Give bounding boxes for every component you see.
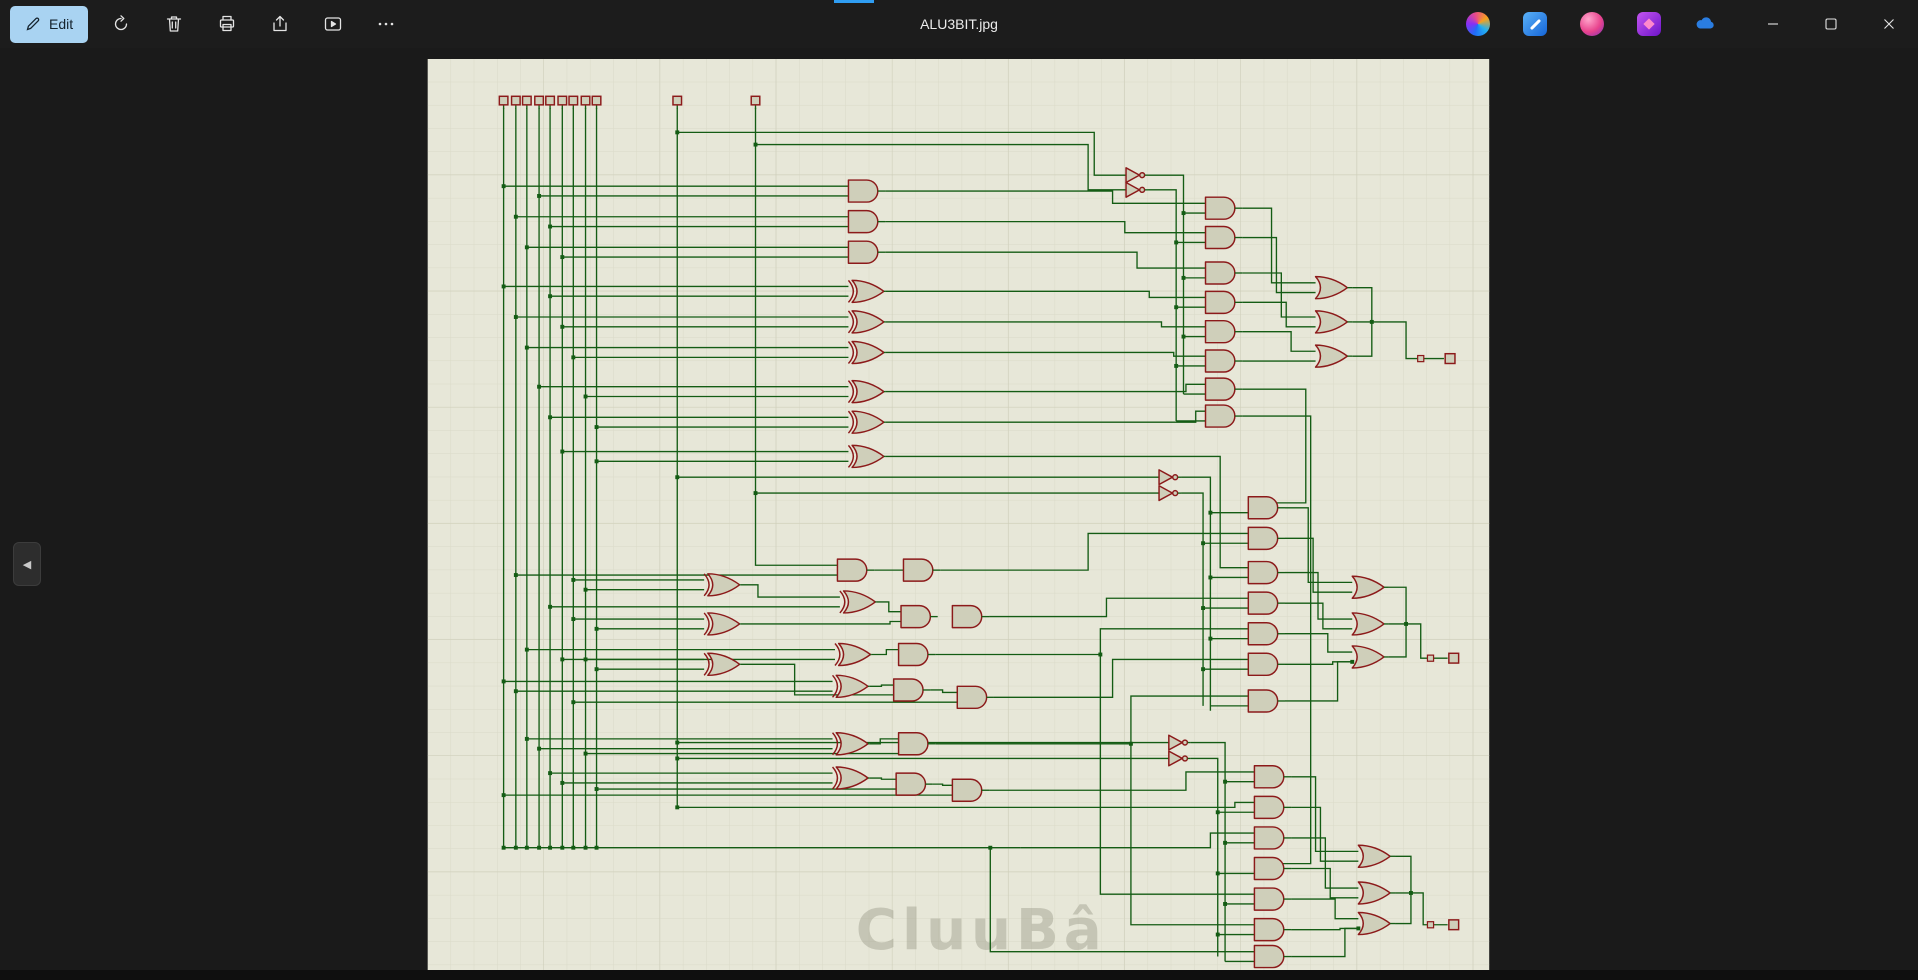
- more-icon: [378, 22, 394, 26]
- onedrive-icon[interactable]: [1694, 12, 1718, 36]
- toolbar: Edit: [0, 5, 406, 43]
- share-icon: [273, 15, 287, 32]
- close-button[interactable]: [1860, 0, 1918, 48]
- titlebar-right: [1466, 0, 1918, 48]
- designer-icon[interactable]: [1580, 12, 1604, 36]
- slideshow-button[interactable]: [313, 6, 353, 42]
- rotate-button[interactable]: [101, 6, 141, 42]
- watermark-text: CluuBâ: [856, 898, 1107, 963]
- copilot-icon[interactable]: [1466, 12, 1490, 36]
- app-shortcut-icons: [1466, 12, 1718, 36]
- close-icon: [1884, 19, 1894, 29]
- edit-button[interactable]: Edit: [10, 5, 89, 43]
- print-button[interactable]: [207, 6, 247, 42]
- minimize-icon: [1768, 23, 1778, 25]
- share-button[interactable]: [260, 6, 300, 42]
- print-icon: [219, 15, 235, 32]
- maximize-icon: [1825, 18, 1837, 30]
- top-accent-indicator: [834, 0, 874, 3]
- previous-arrow-icon: ◀: [22, 558, 32, 571]
- titlebar: Edit ALU3BIT.jpg: [0, 0, 1918, 48]
- rotate-icon: [115, 15, 128, 31]
- slideshow-icon: [324, 17, 342, 31]
- more-button[interactable]: [366, 6, 406, 42]
- maximize-button[interactable]: [1802, 0, 1860, 48]
- edit-pencil-icon: [26, 17, 40, 31]
- cloud-icon: [1696, 17, 1714, 29]
- delete-icon: [166, 16, 182, 32]
- minimize-button[interactable]: [1744, 0, 1802, 48]
- delete-button[interactable]: [154, 6, 194, 42]
- viewer-canvas: ◀ CluuBâ: [0, 48, 1918, 970]
- photos-app-window: Edit ALU3BIT.jpg ◀ CluuBâ: [0, 0, 1918, 980]
- bottom-bar: [0, 970, 1918, 980]
- edit-button-label: Edit: [49, 16, 74, 32]
- previous-image-button[interactable]: ◀: [13, 542, 41, 586]
- clipchamp-icon[interactable]: [1637, 12, 1661, 36]
- window-controls: [1744, 0, 1918, 48]
- schematic-image: CluuBâ: [427, 59, 1490, 970]
- image-frame[interactable]: CluuBâ: [427, 59, 1490, 970]
- paint-edit-icon[interactable]: [1523, 12, 1547, 36]
- window-title: ALU3BIT.jpg: [920, 16, 998, 32]
